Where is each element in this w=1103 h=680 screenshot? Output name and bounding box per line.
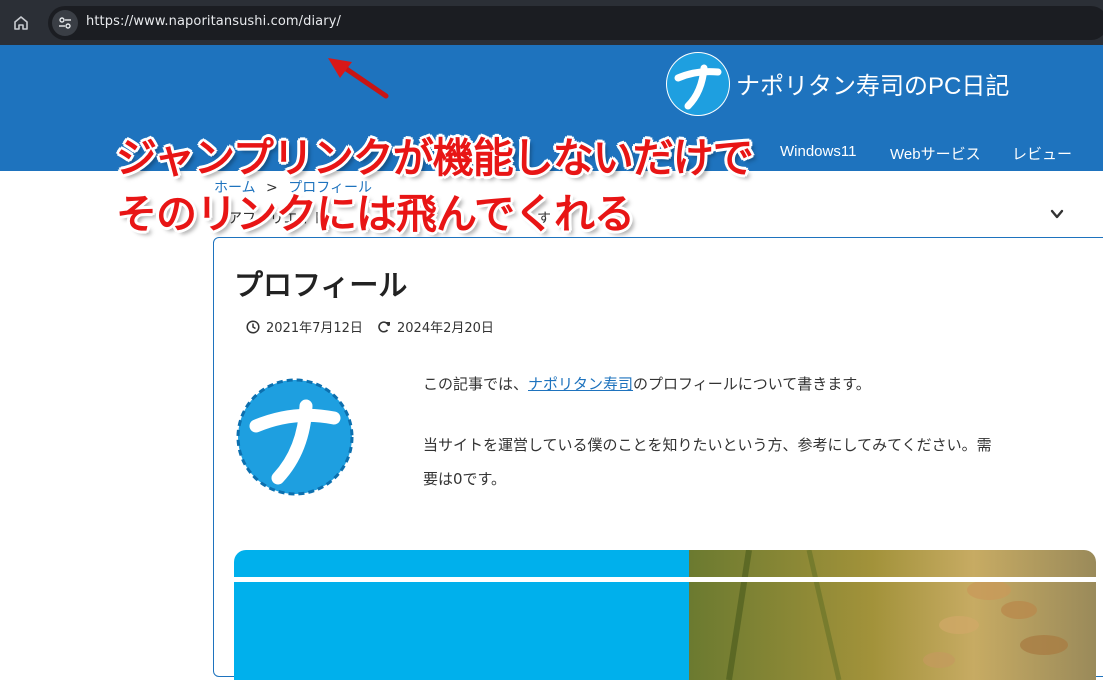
article-title: プロフィール [234, 270, 408, 302]
intro-paragraph-2: 当サイトを運営している僕のことを知りたいという方、参考にしてみてください。需 要… [423, 428, 992, 496]
published-date-text: 2021年7月12日 [266, 321, 363, 336]
site-title[interactable]: ナポリタン寿司のPC日記 [736, 66, 1009, 101]
author-link[interactable]: ナポリタン寿司 [528, 375, 633, 393]
published-date: 2021年7月12日 [246, 317, 363, 336]
nav-item-review[interactable]: レビュー [1012, 143, 1072, 164]
profile-banner-image [234, 550, 1096, 680]
intro-paragraph-1: この記事では、ナポリタン寿司のプロフィールについて書きます。 [423, 367, 871, 401]
para1-prefix: この記事では、 [423, 375, 529, 393]
author-avatar [236, 378, 354, 496]
site-settings-icon[interactable] [52, 10, 78, 36]
updated-date-text: 2024年2月20日 [397, 321, 494, 336]
para2-line-1: 当サイトを運営している僕のことを知りたいという方、参考にしてみてください。需 [423, 436, 992, 454]
updated-date: 2024年2月20日 [377, 317, 494, 336]
banner-divider [234, 577, 1096, 582]
para1-suffix: のプロフィールについて書きます。 [633, 375, 871, 393]
banner-blue-panel [234, 550, 689, 680]
banner-rice-photo [689, 550, 1096, 680]
annotation-arrow-icon [328, 58, 389, 99]
callout-line-2: そのリンクには飛んでくれる [116, 190, 635, 238]
nav-item-windows11[interactable]: Windows11 [780, 143, 856, 160]
para2-line-2: 要は0です。 [423, 470, 507, 488]
chevron-down-icon[interactable] [1050, 207, 1064, 221]
callout-line-1: ジャンプリンクが機能しないだけで [116, 134, 754, 182]
home-icon[interactable] [8, 10, 34, 36]
site-logo[interactable] [666, 52, 730, 116]
url-text[interactable]: https://www.naporitansushi.com/diary/ [86, 14, 341, 29]
nav-item-webservice[interactable]: Webサービス [890, 143, 981, 164]
clock-icon [246, 319, 260, 334]
browser-toolbar: https://www.naporitansushi.com/diary/ [0, 0, 1103, 45]
refresh-icon [378, 320, 390, 332]
